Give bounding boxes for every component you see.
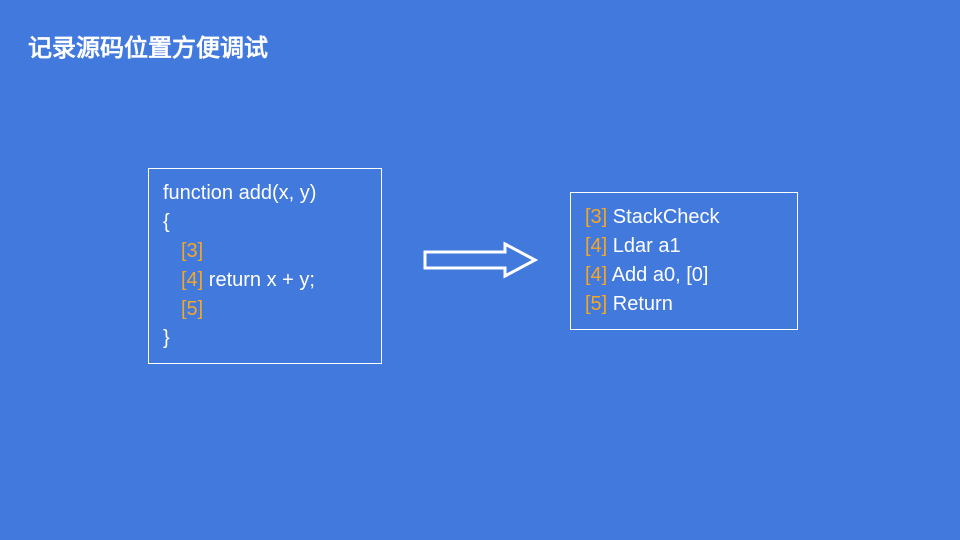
bytecode-text: Ldar a1 (607, 235, 680, 257)
source-code-box: function add(x, y) { [3] [4] return x + … (148, 168, 382, 364)
position-tag: [5] (585, 293, 607, 315)
slide-title: 记录源码位置方便调试 (28, 28, 268, 63)
bytecode-line: [4] Add a0, [0] (585, 261, 783, 290)
bytecode-text: StackCheck (607, 206, 719, 228)
arrow-icon (420, 240, 540, 280)
code-line: [5] (163, 295, 367, 324)
position-tag: [4] (585, 264, 607, 286)
code-line: [3] (163, 237, 367, 266)
position-tag: [3] (585, 206, 607, 228)
bytecode-line: [5] Return (585, 290, 783, 319)
position-tag: [4] (181, 269, 203, 291)
bytecode-text: Add a0, [0] (607, 264, 708, 286)
position-tag: [4] (585, 235, 607, 257)
position-tag: [5] (181, 298, 203, 320)
bytecode-line: [3] StackCheck (585, 203, 783, 232)
code-text: return x + y; (203, 269, 315, 291)
code-line: function add(x, y) (163, 179, 367, 208)
code-line: { (163, 208, 367, 237)
bytecode-text: Return (607, 293, 673, 315)
code-line: } (163, 324, 367, 353)
position-tag: [3] (181, 240, 203, 262)
code-line: [4] return x + y; (163, 266, 367, 295)
bytecode-line: [4] Ldar a1 (585, 232, 783, 261)
bytecode-box: [3] StackCheck [4] Ldar a1 [4] Add a0, [… (570, 192, 798, 330)
